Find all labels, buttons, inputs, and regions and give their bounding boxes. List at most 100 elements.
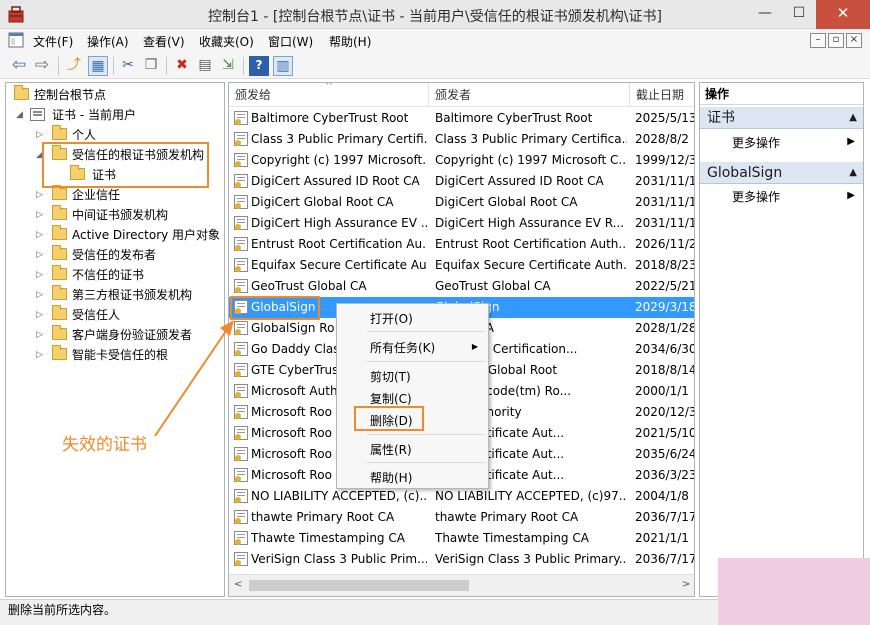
submenu-arrow-icon[interactable]: ▶ — [472, 342, 478, 351]
submenu-arrow-icon[interactable]: ▶ — [847, 190, 855, 201]
action-section-title: 证书 — [707, 110, 735, 126]
expand-arrow-icon[interactable]: ▷ — [36, 325, 44, 345]
minimize-button[interactable]: — — [748, 0, 782, 29]
context-menu-properties[interactable]: 属性(R) — [370, 441, 412, 458]
cell-issued-to: DigiCert High Assurance EV ... — [251, 216, 427, 230]
delete-icon[interactable]: ✖ — [172, 56, 192, 76]
expand-arrow-icon[interactable]: ▷ — [36, 205, 44, 225]
context-menu-cut[interactable]: 剪切(T) — [370, 368, 411, 385]
scrollbar-thumb[interactable] — [249, 580, 469, 591]
column-header-expiration[interactable]: 截止日期 — [630, 83, 694, 107]
certificate-icon — [234, 531, 248, 545]
maximize-button[interactable]: ☐ — [782, 0, 816, 29]
certificate-icon — [234, 195, 248, 209]
table-row[interactable]: Entrust Root Certification Au... Entrust … — [229, 234, 694, 255]
action-section-globalsign[interactable]: GlobalSign ▲ — [700, 162, 863, 184]
collapse-arrow-icon[interactable]: ◢ — [16, 105, 24, 125]
column-header-issued-by[interactable]: 颁发者 — [429, 83, 630, 107]
table-row[interactable]: Class 3 Public Primary Certifi... Class 3… — [229, 129, 694, 150]
submenu-arrow-icon[interactable]: ▶ — [847, 136, 855, 147]
menu-action[interactable]: 操作(A) — [87, 33, 129, 50]
certificate-icon — [234, 489, 248, 503]
expand-arrow-icon[interactable]: ▷ — [36, 345, 44, 365]
cell-issued-by: Thawte Timestamping CA — [435, 531, 589, 545]
expand-arrow-icon[interactable]: ▷ — [36, 265, 44, 285]
forward-arrow-icon[interactable]: ⇨ — [32, 56, 52, 76]
cell-expiration-date: 2018/8/23 — [635, 258, 694, 272]
column-header-issued-to[interactable]: 颁发给 ^ — [229, 83, 429, 107]
mdi-close-button[interactable]: × — [846, 33, 862, 48]
menu-favorites[interactable]: 收藏夹(O) — [199, 33, 254, 50]
cell-issued-by: NO LIABILITY ACCEPTED, (c)97... — [435, 489, 627, 503]
certificate-icon — [234, 111, 248, 125]
toolbar: ⇦ ⇨ ⤴ ▦ ✂ ❐ ✖ ▤ ⇲ ? ▥ — [0, 52, 870, 79]
copy-icon[interactable]: ❐ — [141, 56, 161, 76]
action-section-certificates[interactable]: 证书 ▲ — [700, 107, 863, 129]
console-document-icon[interactable] — [8, 32, 24, 48]
mdi-minimize-button[interactable]: – — [810, 33, 826, 48]
more-actions-link[interactable]: 更多操作 — [732, 134, 780, 151]
context-menu-copy[interactable]: 复制(C) — [370, 390, 412, 407]
scroll-right-icon[interactable]: > — [682, 579, 690, 590]
certificate-icon — [234, 258, 248, 272]
status-text: 删除当前所选内容。 — [8, 603, 117, 617]
cell-issued-to: DigiCert Global Root CA — [251, 195, 394, 209]
cell-issued-to: GeoTrust Global CA — [251, 279, 367, 293]
menu-separator — [367, 462, 485, 463]
show-hide-action-pane-icon[interactable]: ▥ — [273, 56, 293, 76]
collapse-up-icon[interactable]: ▲ — [849, 107, 857, 129]
expand-arrow-icon[interactable]: ▷ — [36, 225, 44, 245]
menu-window[interactable]: 窗口(W) — [268, 33, 313, 50]
cell-issued-by: DigiCert High Assurance EV R... — [435, 216, 625, 230]
menu-view[interactable]: 查看(V) — [143, 33, 185, 50]
cell-issued-to: Baltimore CyberTrust Root — [251, 111, 409, 125]
up-folder-icon[interactable]: ⤴ — [64, 56, 84, 76]
expand-arrow-icon[interactable]: ▷ — [36, 305, 44, 325]
folder-icon — [52, 245, 67, 260]
folder-icon — [52, 205, 67, 220]
table-row[interactable]: NO LIABILITY ACCEPTED, (c)... NO LIABILIT… — [229, 486, 694, 507]
collapse-up-icon[interactable]: ▲ — [849, 162, 857, 184]
back-arrow-icon[interactable]: ⇦ — [9, 56, 29, 76]
menu-help[interactable]: 帮助(H) — [329, 33, 371, 50]
table-row[interactable]: Equifax Secure Certificate Au... Equifax … — [229, 255, 694, 276]
table-row[interactable]: Copyright (c) 1997 Microsoft... Copyright… — [229, 150, 694, 171]
menu-file[interactable]: 文件(F) — [33, 33, 73, 50]
close-button[interactable]: ✕ — [816, 0, 870, 29]
cell-expiration-date: 2000/1/1 — [635, 384, 689, 398]
help-icon[interactable]: ? — [249, 56, 269, 76]
folder-icon — [52, 225, 67, 240]
mdi-restore-button[interactable]: ▫ — [828, 33, 844, 48]
table-row[interactable]: GeoTrust Global CA GeoTrust Global CA 2022… — [229, 276, 694, 297]
show-hide-tree-icon[interactable]: ▦ — [88, 56, 108, 76]
cell-expiration-date: 2031/11/1 — [635, 216, 694, 230]
certificate-icon — [234, 510, 248, 524]
cell-issued-to: Thawte Timestamping CA — [251, 531, 405, 545]
scroll-left-icon[interactable]: < — [234, 579, 242, 590]
horizontal-scrollbar[interactable]: < > — [229, 574, 694, 596]
table-row[interactable]: DigiCert Global Root CA DigiCert Global R… — [229, 192, 694, 213]
table-row[interactable]: thawte Primary Root CA thawte Primary Roo… — [229, 507, 694, 528]
table-row[interactable]: DigiCert Assured ID Root CA DigiCert Assu… — [229, 171, 694, 192]
export-list-icon[interactable]: ⇲ — [218, 56, 238, 76]
context-menu-help[interactable]: 帮助(H) — [370, 469, 412, 486]
table-row[interactable]: DigiCert High Assurance EV ... DigiCert H… — [229, 213, 694, 234]
expand-arrow-icon[interactable]: ▷ — [36, 185, 44, 205]
column-header-label: 截止日期 — [636, 88, 685, 102]
properties-icon[interactable]: ▤ — [195, 56, 215, 76]
table-row[interactable]: Baltimore CyberTrust Root Baltimore Cyber… — [229, 108, 694, 129]
expand-arrow-icon[interactable]: ▷ — [36, 285, 44, 305]
cell-issued-by: VeriSign Class 3 Public Primary... — [435, 552, 627, 566]
expand-arrow-icon[interactable]: ▷ — [36, 245, 44, 265]
context-menu-open[interactable]: 打开(O) — [370, 310, 413, 327]
cell-issued-to: Class 3 Public Primary Certifi... — [251, 132, 427, 146]
table-row[interactable]: Thawte Timestamping CA Thawte Timestampin… — [229, 528, 694, 549]
cut-icon[interactable]: ✂ — [118, 56, 138, 76]
context-menu-all-tasks[interactable]: 所有任务(K) — [370, 339, 435, 356]
certificate-icon — [234, 237, 248, 251]
table-row[interactable]: VeriSign Class 3 Public Prim... VeriSign … — [229, 549, 694, 570]
toolbar-separator — [58, 57, 59, 75]
annotation-box-delete-item — [354, 406, 424, 431]
certificate-icon — [234, 132, 248, 146]
more-actions-link[interactable]: 更多操作 — [732, 188, 780, 205]
